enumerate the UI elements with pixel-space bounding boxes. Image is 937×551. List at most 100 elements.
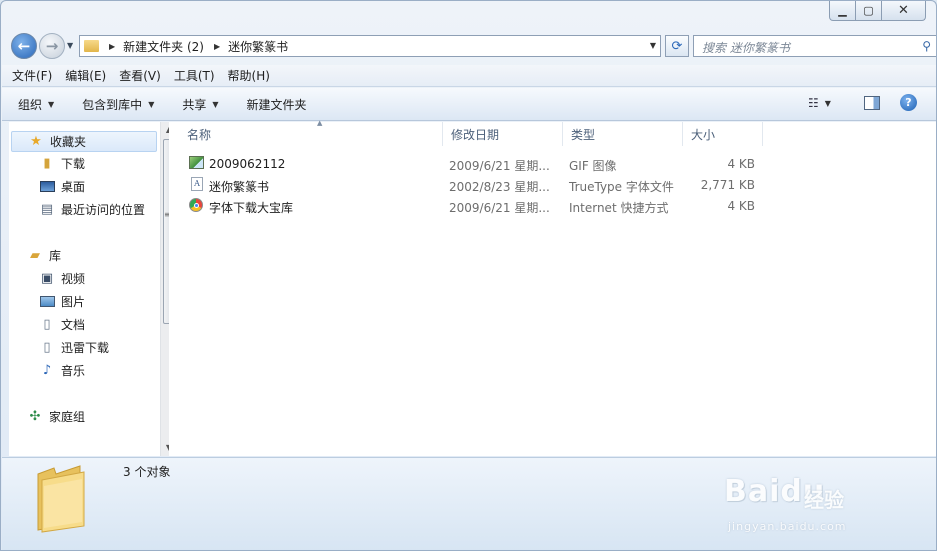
menu-edit[interactable]: 编辑(E) — [65, 67, 106, 84]
nav-libraries-label: 库 — [49, 249, 62, 263]
back-button[interactable]: ← — [11, 33, 37, 59]
nav-documents[interactable]: ▯ 文档 — [39, 314, 85, 335]
file-type: Internet 快捷方式 — [569, 201, 669, 215]
nav-libraries[interactable]: ▰ 库 — [27, 245, 61, 266]
baidu-watermark: Baidu 经验 jingyan.baidu.com — [724, 466, 924, 541]
forward-arrow-icon: → — [45, 37, 59, 55]
folder-icon — [37, 465, 85, 533]
menu-help[interactable]: 帮助(H) — [228, 67, 270, 84]
search-input[interactable]: 搜索 迷你繁篆书 ⚲ — [693, 35, 936, 57]
file-row[interactable]: 2009062112 2009/6/21 星期... GIF 图像 4 KB — [169, 154, 769, 175]
nav-homegroup-label: 家庭组 — [49, 410, 86, 424]
column-date[interactable]: 修改日期 — [443, 122, 563, 146]
back-arrow-icon: ← — [17, 37, 31, 55]
breadcrumb-parent[interactable]: 新建文件夹 (2) — [123, 38, 204, 55]
refresh-button[interactable]: ⟳ — [665, 35, 689, 57]
nav-xunlei[interactable]: ▯ 迅雷下载 — [39, 337, 109, 358]
breadcrumb-current[interactable]: 迷你繁篆书 — [228, 38, 288, 55]
file-date: 2009/6/21 星期... — [449, 159, 550, 173]
nav-downloads-label: 下载 — [61, 157, 86, 171]
nav-xunlei-label: 迅雷下载 — [61, 341, 110, 355]
change-view-button[interactable]: ☷ ▼ — [808, 96, 831, 110]
share-label: 共享 — [182, 97, 207, 112]
include-library-label: 包含到库中 — [82, 97, 143, 112]
help-icon: ? — [905, 96, 912, 109]
caret-down-icon: ▼ — [212, 99, 219, 109]
recent-pages-dropdown[interactable]: ▼ — [67, 41, 73, 50]
video-icon: ▣ — [40, 271, 54, 286]
image-icon — [189, 156, 205, 172]
column-name[interactable]: 名称 ▲ — [179, 119, 443, 146]
navigation-row: ← → ▼ ▶ 新建文件夹 (2) ▶ 迷你繁篆书 ▼ ⟳ 搜索 迷你繁篆书 ⚲ — [9, 33, 936, 59]
address-dropdown-icon[interactable]: ▼ — [650, 41, 656, 50]
caret-down-icon: ▼ — [48, 99, 55, 109]
menu-view[interactable]: 查看(V) — [119, 67, 161, 84]
search-placeholder: 搜索 迷你繁篆书 — [702, 41, 790, 55]
file-date: 2009/6/21 星期... — [449, 201, 550, 215]
menu-file[interactable]: 文件(F) — [12, 67, 52, 84]
star-icon: ★ — [30, 134, 42, 149]
nav-homegroup[interactable]: ✣ 家庭组 — [27, 406, 85, 427]
minimize-button[interactable]: ▁ — [829, 1, 856, 21]
desktop-icon — [39, 179, 55, 195]
search-icon[interactable]: ⚲ — [922, 39, 931, 53]
shortcut-icon — [189, 198, 205, 214]
watermark-sub: 经验 — [804, 488, 844, 512]
close-button[interactable]: ✕ — [882, 1, 926, 21]
share-button[interactable]: 共享 ▼ — [182, 96, 218, 113]
music-note-icon: ♪ — [42, 363, 52, 378]
include-library-button[interactable]: 包含到库中 ▼ — [82, 96, 154, 113]
column-type[interactable]: 类型 — [563, 122, 683, 146]
new-folder-label: 新建文件夹 — [246, 97, 307, 112]
preview-pane-button[interactable] — [864, 96, 880, 110]
file-name: 字体下载大宝库 — [209, 201, 294, 215]
file-size: 4 KB — [727, 157, 755, 171]
details-view-icon: ☷ — [808, 96, 819, 110]
command-bar: 组织 ▼ 包含到库中 ▼ 共享 ▼ 新建文件夹 ☷ ▼ ? — [2, 88, 936, 121]
nav-videos-label: 视频 — [61, 272, 86, 286]
new-folder-button[interactable]: 新建文件夹 — [247, 96, 307, 113]
nav-desktop[interactable]: 桌面 — [39, 176, 85, 197]
navigation-pane: ★ 收藏夹 ▮ 下载 桌面 ▤ 最近访问的位置 ▰ 库 ▣ 视频 图片 ▯ 文档… — [9, 122, 176, 456]
nav-favorites-label: 收藏夹 — [50, 135, 87, 149]
font-file-icon: A — [189, 177, 205, 193]
sort-ascending-icon: ▲ — [317, 119, 323, 127]
file-type: TrueType 字体文件 — [569, 180, 674, 194]
forward-button[interactable]: → — [39, 33, 65, 59]
homegroup-icon: ✣ — [29, 409, 41, 424]
nav-music[interactable]: ♪ 音乐 — [39, 360, 85, 381]
file-size: 2,771 KB — [700, 178, 755, 192]
chevron-right-icon[interactable]: ▶ — [109, 42, 115, 51]
column-name-label: 名称 — [187, 127, 212, 142]
file-list: 名称 ▲ 修改日期 类型 大小 2009062112 2009/6/21 星期.… — [169, 119, 936, 456]
details-pane: 3 个对象 Baidu 经验 jingyan.baidu.com — [2, 457, 936, 550]
watermark-url: jingyan.baidu.com — [728, 520, 847, 533]
file-size: 4 KB — [727, 199, 755, 213]
organize-button[interactable]: 组织 ▼ — [18, 96, 54, 113]
window-controls: ▁ ▢ ✕ — [829, 1, 926, 21]
nav-favorites[interactable]: ★ 收藏夹 — [11, 131, 157, 152]
chevron-right-icon[interactable]: ▶ — [214, 42, 220, 51]
file-type: GIF 图像 — [569, 159, 617, 173]
file-row[interactable]: A 迷你繁篆书 2002/8/23 星期... TrueType 字体文件 2,… — [169, 175, 769, 196]
maximize-button[interactable]: ▢ — [856, 1, 882, 21]
nav-recent[interactable]: ▤ 最近访问的位置 — [39, 199, 145, 220]
file-row[interactable]: 字体下载大宝库 2009/6/21 星期... Internet 快捷方式 4 … — [169, 196, 769, 217]
nav-pictures[interactable]: 图片 — [39, 291, 85, 312]
pictures-icon — [39, 294, 55, 310]
address-bar[interactable]: ▶ 新建文件夹 (2) ▶ 迷你繁篆书 ▼ — [79, 35, 661, 57]
column-size-label: 大小 — [691, 127, 716, 142]
file-name: 2009062112 — [209, 157, 286, 171]
caret-down-icon: ▼ — [148, 99, 155, 109]
file-name: 迷你繁篆书 — [209, 180, 270, 194]
column-size[interactable]: 大小 — [683, 122, 763, 146]
downloads-folder-icon: ▮ — [43, 156, 51, 171]
help-button[interactable]: ? — [900, 94, 917, 111]
folder-icon — [84, 40, 99, 52]
nav-documents-label: 文档 — [61, 318, 86, 332]
nav-videos[interactable]: ▣ 视频 — [39, 268, 85, 289]
nav-downloads[interactable]: ▮ 下载 — [39, 153, 85, 174]
caret-down-icon: ▼ — [824, 98, 831, 108]
menu-tools[interactable]: 工具(T) — [174, 67, 215, 84]
nav-desktop-label: 桌面 — [61, 180, 86, 194]
